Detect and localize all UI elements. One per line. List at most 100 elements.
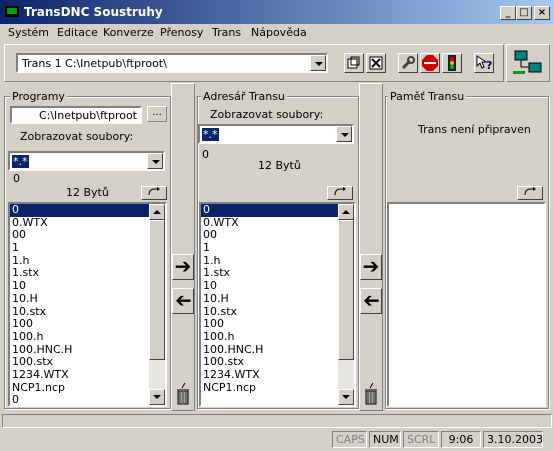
close-x-icon [369, 56, 383, 70]
list-item[interactable]: 00 [10, 229, 165, 242]
list-item[interactable]: 100 [201, 317, 354, 331]
send-right-button[interactable]: ➔ [172, 254, 194, 280]
trash-icon [177, 382, 189, 405]
list-item[interactable]: 0.WTX [201, 216, 354, 230]
trans-combo-value: Trans 1 C:\Inetpub\ftproot\ [22, 57, 167, 70]
copy-button[interactable] [344, 53, 364, 73]
refresh-icon [148, 187, 160, 196]
copy-icon [347, 56, 360, 69]
message-bar [2, 414, 552, 428]
menu-trans[interactable]: Trans [212, 25, 241, 41]
transfer-strip-left: ➔ ➔ [171, 83, 195, 411]
list-item[interactable]: NCP1.ncp [201, 381, 354, 395]
list-item[interactable]: 1 [10, 241, 165, 255]
list-item[interactable]: 10 [201, 279, 354, 293]
programy-count: 0 [13, 172, 20, 185]
list-item[interactable]: 100 [10, 317, 165, 331]
stop-button[interactable] [420, 53, 440, 73]
programy-path-field[interactable]: C:\Inetpub\ftproot [10, 106, 142, 124]
trash-button[interactable] [174, 382, 192, 406]
list-item[interactable]: 10 [10, 279, 165, 293]
programy-label: Programy [10, 90, 67, 103]
menu-napoveda[interactable]: Nápověda [251, 25, 307, 41]
arrow-left-icon: ➔ [362, 288, 380, 312]
programy-filter-value: *.* [12, 155, 29, 168]
adresar-filter-combo[interactable]: *.* [198, 124, 354, 144]
programy-path-value: C:\Inetpub\ftproot [38, 109, 137, 122]
list-item[interactable]: 10.stx [10, 305, 165, 319]
help-button[interactable]: ? [474, 53, 494, 73]
programy-filter-combo[interactable]: *.* [8, 151, 165, 171]
trash-button[interactable] [362, 382, 380, 406]
arrow-left-icon: ➔ [174, 288, 192, 312]
adresar-count: 0 [202, 148, 209, 161]
browse-button[interactable]: ... [147, 106, 167, 122]
arrow-right-icon: ➔ [174, 254, 192, 278]
list-item[interactable]: 1234.WTX [201, 368, 354, 382]
programy-refresh-button[interactable] [141, 186, 167, 200]
arrow-right-icon: ➔ [362, 254, 380, 278]
send-left-button[interactable]: ➔ [172, 288, 194, 314]
minimize-button[interactable]: _ [500, 6, 516, 20]
adresar-scrollbar[interactable] [338, 204, 354, 405]
chevron-down-icon[interactable] [147, 153, 163, 169]
network-icon[interactable] [513, 49, 543, 77]
list-item[interactable]: 1 [201, 241, 354, 255]
scroll-thumb[interactable] [149, 220, 165, 360]
chevron-down-icon[interactable] [336, 126, 352, 142]
menu-editace[interactable]: Editace [57, 25, 98, 41]
scroll-thumb[interactable] [338, 220, 354, 360]
scroll-down-button[interactable] [149, 389, 165, 405]
scroll-down-button[interactable] [338, 389, 354, 405]
maximize-button[interactable]: □ [516, 6, 532, 20]
trans-combo[interactable]: Trans 1 C:\Inetpub\ftproot\ [16, 53, 328, 73]
settings-button[interactable] [398, 53, 418, 73]
trash-icon [365, 382, 377, 405]
scroll-up-button[interactable] [149, 204, 165, 220]
list-item[interactable]: 100.h [201, 330, 354, 344]
programy-scrollbar[interactable] [149, 204, 165, 405]
list-item[interactable]: NCP1.ncp [10, 381, 165, 395]
programy-bytes: 12 Bytů [66, 186, 109, 199]
pamet-refresh-button[interactable] [517, 186, 543, 200]
close-file-button[interactable] [366, 53, 386, 73]
svg-text:?: ? [486, 59, 492, 72]
menu-prenosy[interactable]: Přenosy [160, 25, 203, 41]
wrench-icon [401, 56, 415, 70]
app-icon [5, 6, 19, 17]
status-scrl: SCRL [403, 431, 439, 448]
list-item[interactable]: 0 [10, 394, 165, 405]
status-caps: CAPS [332, 431, 367, 448]
traffic-light-button[interactable] [442, 53, 462, 73]
programy-filter-label: Zobrazovat soubory: [20, 130, 134, 143]
list-item[interactable]: 0 [201, 204, 354, 217]
adresar-label: Adresář Transu [201, 90, 287, 103]
adresar-refresh-button[interactable] [327, 186, 353, 200]
close-button[interactable]: × [534, 6, 550, 20]
list-item[interactable]: 10.H [10, 292, 165, 306]
scroll-up-button[interactable] [338, 204, 354, 220]
list-item[interactable]: 0.WTX [10, 216, 165, 230]
status-num: NUM [369, 431, 401, 448]
title-bar: TransDNC Soustruhy _ □ × [0, 0, 554, 24]
list-item[interactable]: 00 [201, 229, 354, 242]
menu-system[interactable]: Systém [8, 25, 49, 41]
adresar-filter-label: Zobrazovat soubory: [210, 108, 324, 121]
help-icon: ? [476, 55, 492, 72]
download-left-button[interactable]: ➔ [360, 288, 382, 314]
list-item[interactable]: 10.H [201, 292, 354, 306]
menu-konverze[interactable]: Konverze [103, 25, 154, 41]
list-item[interactable]: 1234.WTX [10, 368, 165, 382]
refresh-icon [334, 187, 346, 196]
list-item[interactable]: 1.stx [10, 267, 165, 280]
upload-right-button[interactable]: ➔ [360, 254, 382, 280]
list-item[interactable]: 100.h [10, 330, 165, 344]
adresar-file-list[interactable]: 0 0.WTX 00 1 1.h 1.stx 10 10.H 10.stx 100 100.h 100… [199, 202, 356, 407]
menu-bar: Systém Editace Konverze Přenosy Trans Ná… [0, 24, 554, 42]
stop-icon [422, 55, 438, 71]
list-item[interactable]: 0 [10, 204, 165, 217]
list-item[interactable]: 1.stx [201, 267, 354, 280]
programy-file-list[interactable]: 0 0.WTX 00 1 1.h 1.stx 10 10.H 10.stx 100 100.h 100… [8, 202, 167, 407]
chevron-down-icon[interactable] [310, 55, 326, 71]
pamet-file-list[interactable] [387, 202, 546, 407]
